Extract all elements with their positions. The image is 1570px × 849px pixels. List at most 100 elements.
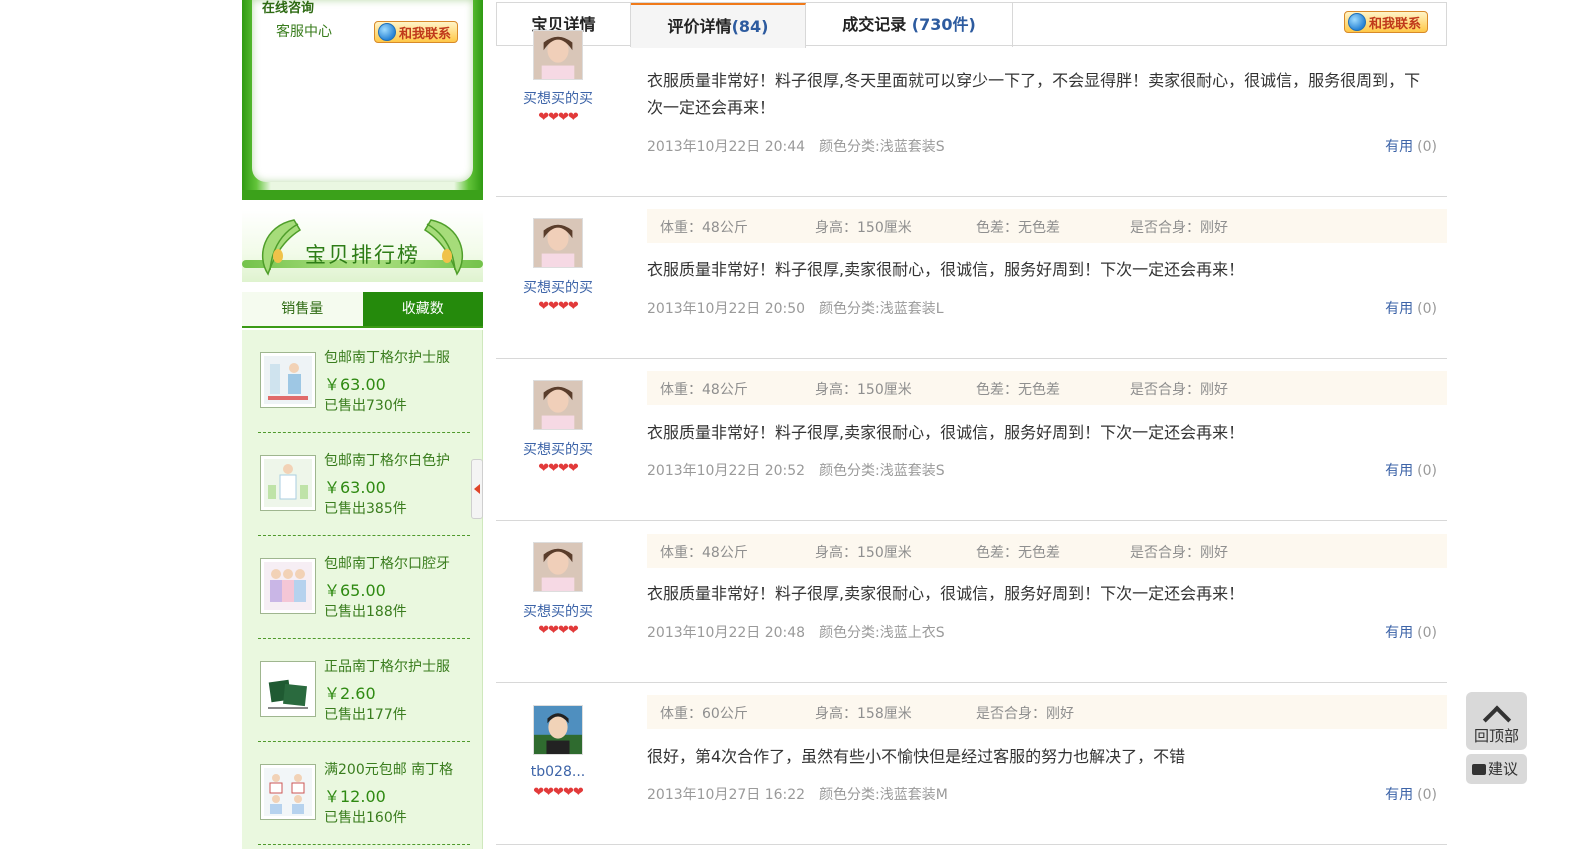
transactions-count: (730件) (911, 15, 976, 34)
product-sold-count: 已售出730件 (324, 398, 407, 414)
reviewer-name[interactable]: tb028... (496, 764, 620, 780)
tab-sales-volume[interactable]: 销售量 (242, 292, 363, 326)
useful-label: 有用 (1385, 787, 1414, 803)
review-date: 2013年10月27日 16:22 (647, 787, 806, 803)
product-price: ￥2.60 (324, 684, 376, 703)
useful-button[interactable]: 有用 (0) (1385, 460, 1437, 480)
rank-item[interactable]: 满200元包邮 南丁格 ￥12.00 已售出160件 (258, 742, 470, 845)
attr-fit: 是否合身：刚好 (1130, 220, 1228, 236)
review-item: 买想买的买 ❤❤❤❤ 体重：48公斤 身高：150厘米 色差：无色差 是否合身：… (496, 197, 1447, 359)
review-spec: 颜色分类:浅蓝上衣S (819, 625, 945, 641)
product-thumbnail[interactable] (260, 764, 316, 820)
review-date: 2013年10月22日 20:50 (647, 301, 806, 317)
reviewer-level-hearts: ❤❤❤❤ (538, 110, 579, 125)
tab-reviews[interactable]: 评价详情(84) (631, 3, 806, 48)
product-name[interactable]: 包邮南丁格尔护士服 (324, 347, 474, 367)
product-price: ￥65.00 (324, 581, 386, 600)
consult-title: 在线咨询 (262, 1, 315, 16)
review-spec: 颜色分类:浅蓝套装L (819, 301, 944, 317)
review-spec: 颜色分类:浅蓝套装S (819, 139, 945, 155)
review-date: 2013年10月22日 20:48 (647, 625, 806, 641)
sidebar-collapse-handle[interactable] (471, 459, 483, 519)
buyer-attributes: 体重：48公斤 身高：150厘米 色差：无色差 是否合身：刚好 (647, 371, 1447, 405)
attr-weight: 体重：60公斤 (660, 706, 748, 722)
tab-reviews-label: 评价详情 (667, 17, 732, 36)
review-meta: 2013年10月22日 20:44 颜色分类:浅蓝套装S (647, 136, 945, 156)
contact-me-button[interactable]: 和我联系 (374, 21, 459, 43)
attr-fit: 是否合身：刚好 (1130, 545, 1228, 561)
review-meta: 2013年10月27日 16:22 颜色分类:浅蓝套装M (647, 784, 948, 804)
useful-label: 有用 (1385, 301, 1414, 317)
useful-button[interactable]: 有用 (0) (1385, 136, 1437, 156)
useful-button[interactable]: 有用 (0) (1385, 298, 1437, 318)
product-price: ￥63.00 (324, 375, 386, 394)
attr-color-diff: 色差：无色差 (976, 545, 1060, 561)
feedback-button[interactable]: 建议 (1466, 754, 1527, 784)
reviewer-name[interactable]: 买想买的买 (496, 277, 620, 297)
useful-button[interactable]: 有用 (0) (1385, 622, 1437, 642)
avatar[interactable] (533, 218, 583, 268)
review-content: 衣服质量非常好！料子很厚,卖家很耐心，很诚信，服务好周到！下次一定还会再来！ (647, 584, 1245, 603)
review-item: 买想买的买 ❤❤❤❤ 体重：48公斤 身高：150厘米 色差：无色差 是否合身：… (496, 521, 1447, 683)
product-thumbnail[interactable] (260, 352, 316, 408)
useful-count: (0) (1417, 139, 1437, 155)
product-name[interactable]: 满200元包邮 南丁格 (324, 759, 474, 779)
review-content: 衣服质量非常好！料子很厚,卖家很耐心，很诚信，服务好周到！下次一定还会再来！ (647, 260, 1245, 279)
attr-fit: 是否合身：刚好 (976, 706, 1074, 722)
avatar[interactable] (533, 380, 583, 430)
rank-header: 宝贝排行榜 (242, 210, 483, 282)
buyer-attributes: 体重：48公斤 身高：150厘米 色差：无色差 是否合身：刚好 (647, 534, 1447, 568)
back-to-top-label: 回顶部 (1473, 727, 1519, 745)
qq-icon (378, 23, 396, 41)
product-thumbnail[interactable] (260, 661, 316, 717)
consult-inner: 在线咨询 客服中心 和我联系 (252, 0, 473, 182)
chat-bubble-icon (1472, 764, 1486, 775)
review-date: 2013年10月22日 20:52 (647, 463, 806, 479)
review-content: 很好，第4次合作了，虽然有些小不愉快但是经过客服的努力也解决了，不错 (647, 747, 1186, 766)
tab-transactions-label: 成交记录 (842, 15, 907, 34)
useful-button[interactable]: 有用 (0) (1385, 784, 1437, 804)
product-name[interactable]: 正品南丁格尔护士服 (324, 656, 474, 676)
reviewer-name[interactable]: 买想买的买 (496, 88, 620, 108)
avatar[interactable] (533, 705, 583, 755)
tab-favorites[interactable]: 收藏数 (362, 292, 483, 326)
avatar[interactable] (533, 30, 583, 80)
product-sold-count: 已售出188件 (324, 604, 407, 620)
contact-me-button[interactable]: 和我联系 (1343, 11, 1428, 33)
review-spec: 颜色分类:浅蓝套装M (819, 787, 948, 803)
attr-fit: 是否合身：刚好 (1130, 382, 1228, 398)
attr-color-diff: 色差：无色差 (976, 220, 1060, 236)
product-name[interactable]: 包邮南丁格尔口腔牙 (324, 553, 474, 573)
reviewer-name[interactable]: 买想买的买 (496, 439, 620, 459)
product-thumbnail[interactable] (260, 558, 316, 614)
attr-weight: 体重：48公斤 (660, 382, 748, 398)
rank-list: 包邮南丁格尔护士服 ￥63.00 已售出730件 包邮南丁格尔白色护 ￥63.0… (242, 330, 483, 849)
rank-item[interactable]: 包邮南丁格尔口腔牙 ￥65.00 已售出188件 (258, 536, 470, 639)
contact-me-label: 和我联系 (399, 26, 452, 42)
useful-count: (0) (1417, 625, 1437, 641)
review-spec: 颜色分类:浅蓝套装S (819, 463, 945, 479)
useful-count: (0) (1417, 463, 1437, 479)
feedback-label: 建议 (1488, 760, 1519, 778)
customer-service-label: 客服中心 (276, 24, 332, 40)
product-thumbnail[interactable] (260, 455, 316, 511)
reviewer-name[interactable]: 买想买的买 (496, 601, 620, 621)
reviewer-level-hearts: ❤❤❤❤ (538, 299, 579, 314)
reviewer-level-hearts: ❤❤❤❤ (538, 623, 579, 638)
rank-item[interactable]: 正品南丁格尔护士服 ￥2.60 已售出177件 (258, 639, 470, 742)
avatar[interactable] (533, 542, 583, 592)
product-sold-count: 已售出385件 (324, 501, 407, 517)
product-name[interactable]: 包邮南丁格尔白色护 (324, 450, 474, 470)
review-meta: 2013年10月22日 20:48 颜色分类:浅蓝上衣S (647, 622, 945, 642)
rank-item[interactable]: 包邮南丁格尔护士服 ￥63.00 已售出730件 (258, 330, 470, 433)
tab-transactions[interactable]: 成交记录 (730件) (806, 3, 1013, 47)
online-consult-panel: 在线咨询 客服中心 和我联系 (242, 0, 483, 200)
review-meta: 2013年10月22日 20:52 颜色分类:浅蓝套装S (647, 460, 945, 480)
product-price: ￥12.00 (324, 787, 386, 806)
rank-item[interactable]: 包邮南丁格尔白色护 ￥63.00 已售出385件 (258, 433, 470, 536)
useful-label: 有用 (1385, 139, 1414, 155)
useful-label: 有用 (1385, 625, 1414, 641)
rank-title: 宝贝排行榜 (305, 243, 420, 267)
back-to-top-button[interactable]: 回顶部 (1466, 692, 1527, 750)
attr-height: 身高：150厘米 (815, 382, 912, 398)
